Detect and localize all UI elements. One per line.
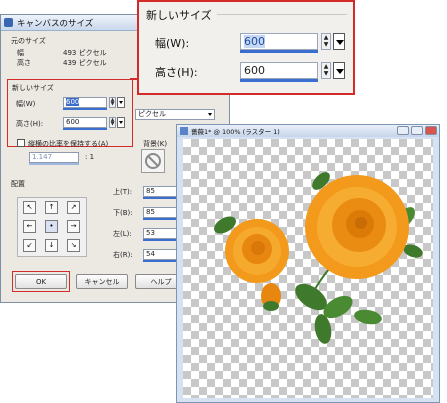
aspect-ratio-input[interactable]: 1.147	[29, 152, 79, 163]
maximize-button[interactable]	[411, 126, 423, 135]
anchor-top-right[interactable]: ↗	[67, 201, 80, 214]
left-offset-slider[interactable]	[143, 239, 179, 241]
width-spinner[interactable]: ▲ ▼	[109, 97, 116, 108]
cancel-button[interactable]: キャンセル	[76, 274, 128, 289]
original-size-heading: 元のサイズ	[11, 37, 46, 45]
aspect-ratio-slider[interactable]	[29, 163, 79, 165]
anchor-right[interactable]: →	[67, 220, 80, 233]
close-button[interactable]	[425, 126, 437, 135]
anchor-left[interactable]: ←	[23, 220, 36, 233]
zoom-height-dropdown[interactable]	[333, 62, 345, 79]
zoom-width-input[interactable]: 600	[240, 33, 318, 50]
aspect-ratio-suffix: : 1	[85, 153, 95, 161]
minimize-button[interactable]	[397, 126, 409, 135]
original-height-label: 高さ	[17, 59, 31, 67]
height-slider[interactable]	[63, 128, 107, 130]
anchor-top-left[interactable]: ↖	[23, 201, 36, 214]
zoom-height-spinner[interactable]: ▲ ▼	[321, 62, 331, 79]
original-width-label: 幅	[17, 49, 24, 57]
right-offset-slider[interactable]	[143, 260, 179, 262]
new-height-input[interactable]: 600	[63, 117, 107, 128]
new-width-label: 幅(W)	[16, 100, 36, 108]
zoom-new-size-heading: 新しいサイズ	[146, 9, 212, 22]
top-offset-input[interactable]: 85	[143, 186, 179, 197]
image-icon	[180, 127, 188, 135]
zoom-width-dropdown[interactable]	[333, 33, 345, 50]
anchor-bottom-left[interactable]: ↙	[23, 239, 36, 252]
ok-button[interactable]: OK	[15, 274, 67, 289]
no-color-icon	[145, 153, 161, 169]
anchor-bottom[interactable]: ↓	[45, 239, 58, 252]
height-dropdown[interactable]	[117, 117, 125, 128]
original-width-value: 493 ピクセル	[63, 49, 107, 57]
anchor-center[interactable]: •	[45, 220, 58, 233]
left-offset-label: 左(L):	[113, 230, 132, 238]
anchor-bottom-right[interactable]: ↘	[67, 239, 80, 252]
bottom-offset-label: 下(B):	[113, 209, 133, 217]
app-icon	[4, 18, 13, 27]
top-offset-label: 上(T):	[113, 188, 133, 196]
top-offset-slider[interactable]	[143, 197, 179, 199]
width-slider[interactable]	[63, 108, 107, 110]
zoom-width-label: 幅(W):	[155, 37, 190, 50]
aspect-ratio-label: 縦横の比率を保持する(A)	[28, 140, 109, 148]
image-window: 薔薇1* @ 100% (ラスター 1)	[176, 124, 440, 403]
group-divider	[217, 14, 347, 15]
image-canvas[interactable]	[183, 139, 433, 398]
rose-photo	[214, 172, 423, 344]
zoom-callout: 新しいサイズ 幅(W): 600 ▲ ▼ 高さ(H): 600 ▲ ▼	[137, 0, 355, 95]
image-window-titlebar: 薔薇1* @ 100% (ラスター 1)	[177, 125, 439, 137]
placement-heading: 配置	[11, 180, 25, 188]
right-offset-label: 右(R):	[113, 251, 133, 259]
zoom-height-input[interactable]: 600	[240, 62, 318, 79]
unit-select[interactable]: ピクセル	[135, 109, 215, 120]
right-offset-input[interactable]: 54	[143, 249, 179, 260]
height-spinner[interactable]: ▲ ▼	[109, 117, 116, 128]
new-size-heading: 新しいサイズ	[12, 84, 54, 92]
anchor-top[interactable]: ↑	[45, 201, 58, 214]
background-color-swatch[interactable]	[141, 149, 165, 173]
anchor-grid: ↖ ↑ ↗ ← • → ↙ ↓ ↘	[17, 197, 87, 257]
aspect-ratio-checkbox[interactable]	[17, 139, 25, 147]
width-dropdown[interactable]	[117, 97, 125, 108]
dialog-title: キャンバスのサイズ	[17, 19, 94, 29]
bottom-offset-input[interactable]: 85	[143, 207, 179, 218]
zoom-width-spinner[interactable]: ▲ ▼	[321, 33, 331, 50]
image-window-title: 薔薇1* @ 100% (ラスター 1)	[191, 128, 280, 136]
chevron-down-icon	[208, 113, 212, 116]
zoom-width-slider[interactable]	[240, 50, 318, 53]
unit-select-value: ピクセル	[138, 110, 166, 118]
left-offset-input[interactable]: 53	[143, 228, 179, 239]
zoom-height-label: 高さ(H):	[155, 66, 198, 79]
original-height-value: 439 ピクセル	[63, 59, 107, 67]
bottom-offset-slider[interactable]	[143, 218, 179, 220]
background-label: 背景(K)	[143, 140, 168, 148]
new-height-label: 高さ(H):	[16, 120, 44, 128]
new-width-input[interactable]: 600	[63, 97, 107, 108]
zoom-height-slider[interactable]	[240, 79, 318, 82]
